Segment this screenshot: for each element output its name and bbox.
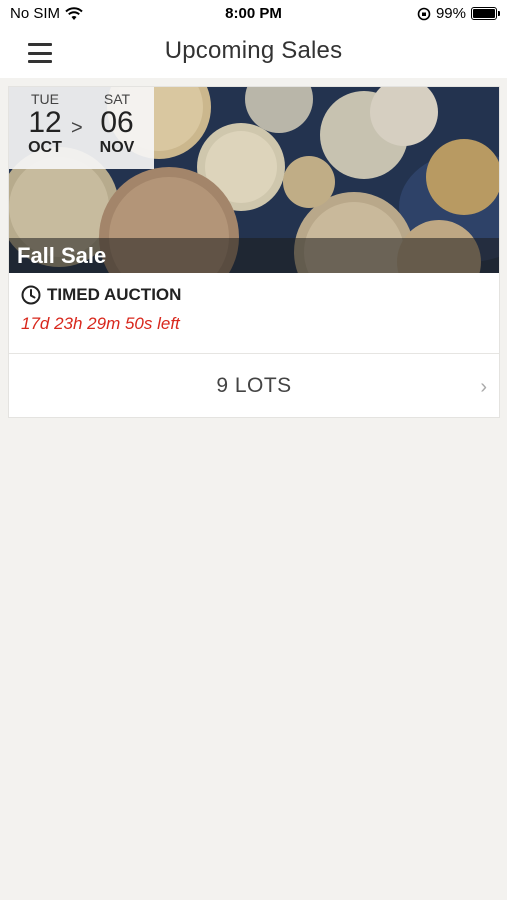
start-day: 12	[28, 106, 62, 139]
sale-date-range: TUE 12 OCT > SAT 06 NOV	[9, 87, 154, 169]
battery-icon	[471, 7, 500, 20]
date-range-arrow: >	[71, 117, 83, 139]
lots-button[interactable]: 9 LOTS ›	[9, 354, 499, 418]
time-remaining: 17d 23h 29m 50s left	[21, 314, 180, 333]
lots-count: 9 LOTS	[216, 374, 292, 397]
clock-icon	[21, 285, 41, 305]
end-day: 06	[100, 106, 134, 139]
start-date: TUE 12 OCT	[15, 91, 75, 157]
orientation-lock-icon	[417, 7, 431, 20]
start-day-of-week: TUE	[31, 91, 59, 107]
status-bar: No SIM 8:00 PM 99%	[0, 0, 507, 28]
start-month: OCT	[28, 139, 62, 156]
sale-title: Fall Sale	[17, 243, 107, 268]
end-date: SAT 06 NOV	[87, 91, 147, 157]
sale-title-band: Fall Sale	[9, 238, 499, 273]
status-right-group: 99%	[417, 5, 500, 22]
auction-type-label: TIMED AUCTION	[47, 285, 182, 304]
sale-card[interactable]: TUE 12 OCT > SAT 06 NOV Fall Sale TIMED …	[8, 86, 500, 418]
end-day-of-week: SAT	[103, 91, 131, 107]
page-title: Upcoming Sales	[164, 37, 343, 64]
battery-percentage: 99%	[435, 5, 466, 22]
chevron-right-icon: ›	[480, 376, 487, 398]
battery-fill	[473, 9, 495, 18]
auction-type: TIMED AUCTION	[21, 285, 181, 305]
nav-bar: Upcoming Sales	[0, 28, 507, 78]
end-month: NOV	[99, 139, 135, 156]
sale-image[interactable]: TUE 12 OCT > SAT 06 NOV Fall Sale	[9, 87, 499, 273]
